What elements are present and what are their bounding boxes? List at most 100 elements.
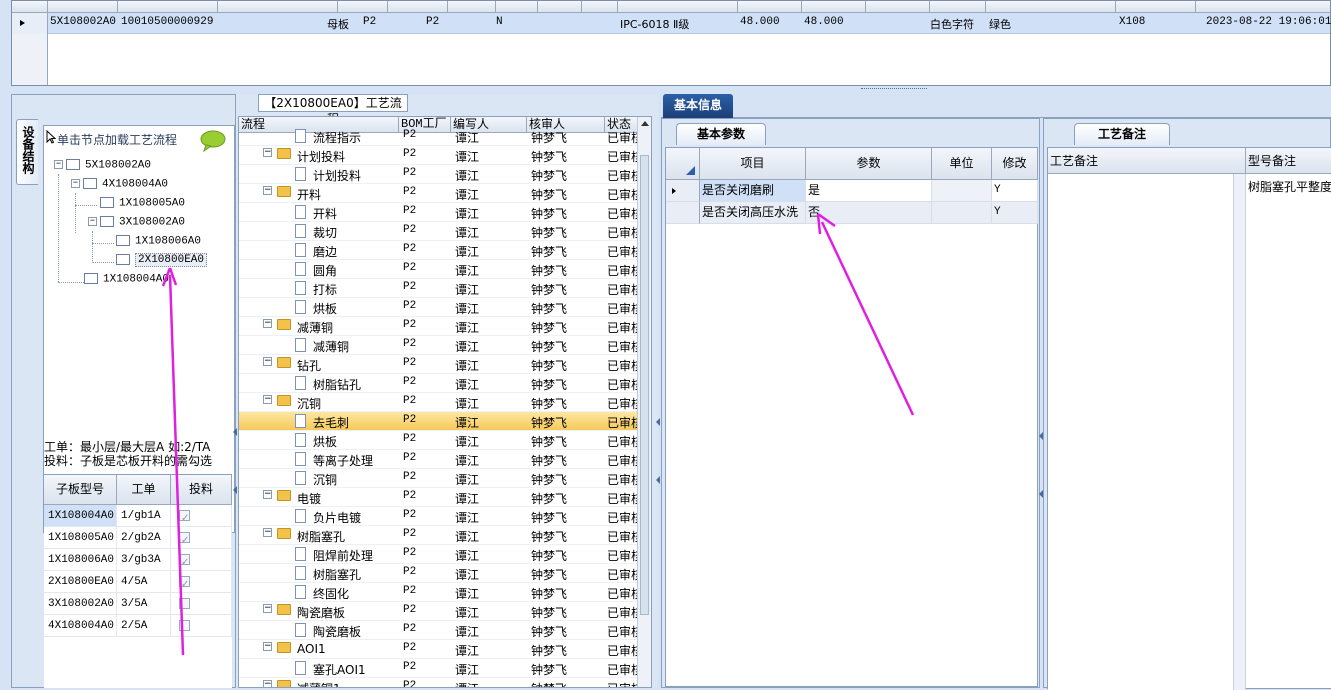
col-header-item[interactable]: 项目	[700, 148, 806, 180]
flow-row[interactable]: − 沉铜 P2 谭江 钟梦飞 已审核	[239, 393, 639, 412]
flow-row[interactable]: 树脂塞孔 P2 谭江 钟梦飞 已审核	[239, 564, 639, 583]
flow-row[interactable]: 开料 P2 谭江 钟梦飞 已审核	[239, 203, 639, 222]
params-grid[interactable]: 项目 参数 单位 修改 是否关闭磨刷 是 Y 是否关闭高压水洗 否 Y	[665, 147, 1038, 687]
col-header-process-notes[interactable]: 工艺备注	[1048, 148, 1246, 174]
sub-feed-cell[interactable]	[171, 593, 232, 615]
tree-node[interactable]: 1X108005A0	[100, 197, 185, 214]
collapse-toggle[interactable]: −	[263, 319, 272, 328]
tree-node[interactable]: −5X108002A0	[54, 159, 151, 176]
flow-row[interactable]: 等离子处理 P2 谭江 钟梦飞 已审核	[239, 450, 639, 469]
param-item[interactable]: 是否关闭高压水洗	[700, 202, 806, 224]
flow-row[interactable]: 沉铜 P2 谭江 钟梦飞 已审核	[239, 469, 639, 488]
tree-node-selected[interactable]: 2X10800EA0	[116, 253, 208, 271]
feed-checkbox[interactable]	[179, 552, 190, 574]
top-data-grid[interactable]: 5X108002A0 10010500000929 母板 P2 P2 N IPC…	[11, 0, 1331, 86]
flow-row[interactable]: 圆角 P2 谭江 钟梦飞 已审核	[239, 260, 639, 279]
sub-feed-cell[interactable]	[171, 615, 232, 637]
param-modify[interactable]: Y	[992, 180, 1038, 202]
collapse-left-icon[interactable]	[1039, 432, 1043, 440]
flow-row[interactable]: − 陶瓷磨板 P2 谭江 钟梦飞 已审核	[239, 602, 639, 621]
collapse-left-icon[interactable]	[233, 428, 237, 436]
notes-scrollbar[interactable]	[1234, 174, 1246, 690]
param-unit[interactable]	[932, 202, 992, 224]
sub-model-cell[interactable]: 4X108004A0	[44, 615, 117, 637]
collapse-toggle[interactable]: −	[263, 395, 272, 404]
flow-row[interactable]: 终固化 P2 谭江 钟梦飞 已审核	[239, 583, 639, 602]
collapse-left-icon[interactable]	[656, 418, 660, 426]
sub-feed-cell[interactable]	[171, 527, 232, 552]
tab-process-notes[interactable]: 工艺备注	[1074, 123, 1170, 145]
tree-node[interactable]: −4X108004A0	[71, 178, 168, 195]
tab-basic-params[interactable]: 基本参数	[676, 123, 766, 145]
sub-order-cell[interactable]: 3/gb3A	[117, 549, 171, 571]
feed-checkbox[interactable]	[179, 598, 190, 609]
flow-row[interactable]: 烘板 P2 谭江 钟梦飞 已审核	[239, 431, 639, 450]
process-flow-grid[interactable]: 流程 BOM工厂 编写人 核审人 状态 流程指示P2谭江钟梦飞已审核−计划投料P…	[238, 116, 652, 688]
flow-row[interactable]: 陶瓷磨板 P2 谭江 钟梦飞 已审核	[239, 621, 639, 640]
col-header-unit[interactable]: 单位	[932, 148, 992, 180]
param-modify[interactable]: Y	[992, 202, 1038, 224]
sub-model-cell[interactable]: 1X108005A0	[44, 527, 117, 549]
sub-model-cell[interactable]: 2X10800EA0	[44, 571, 117, 593]
flow-row[interactable]: 磨边 P2 谭江 钟梦飞 已审核	[239, 241, 639, 260]
flow-row[interactable]: − 减薄铜 P2 谭江 钟梦飞 已审核	[239, 317, 639, 336]
collapse-left-icon[interactable]	[656, 476, 660, 484]
chat-bubble-icon[interactable]	[200, 130, 226, 152]
sub-model-cell[interactable]: 1X108006A0	[44, 549, 117, 571]
sub-model-cell[interactable]: 3X108002A0	[44, 593, 117, 615]
sub-feed-cell[interactable]	[171, 549, 232, 574]
sub-feed-cell[interactable]	[171, 571, 232, 596]
flow-row[interactable]: 树脂钻孔 P2 谭江 钟梦飞 已审核	[239, 374, 639, 393]
sub-feed-cell[interactable]	[171, 505, 232, 530]
collapse-toggle[interactable]: −	[263, 148, 272, 157]
vertical-scrollbar[interactable]	[637, 117, 651, 687]
flow-row[interactable]: 减薄铜 P2 谭江 钟梦飞 已审核	[239, 336, 639, 355]
flow-row[interactable]: 塞孔AOI1 P2 谭江 钟梦飞 已审核	[239, 659, 639, 678]
notes-column[interactable]	[1048, 174, 1234, 690]
flow-row[interactable]: 烘板 P2 谭江 钟梦飞 已审核	[239, 298, 639, 317]
sub-board-grid[interactable]: 子板型号 工单 投料 1X108004A01/gb1A1X108005A02/g…	[44, 474, 232, 688]
model-note-value[interactable]: 树脂塞孔平整度	[1248, 178, 1331, 195]
col-header-feed[interactable]: 投料	[171, 475, 232, 505]
sub-model-cell[interactable]: 1X108004A0	[44, 505, 117, 527]
flow-row[interactable]: − 钻孔 P2 谭江 钟梦飞 已审核	[239, 355, 639, 374]
flow-row[interactable]: − 减薄铜1 P2 谭江 钟梦飞 已审核	[239, 678, 639, 687]
flow-row[interactable]: 负片电镀 P2 谭江 钟梦飞 已审核	[239, 507, 639, 526]
param-item[interactable]: 是否关闭磨刷	[700, 180, 806, 202]
collapse-left-icon[interactable]	[1039, 490, 1043, 498]
flow-row[interactable]: 去毛刺 P2 谭江 钟梦飞 已审核	[239, 412, 639, 431]
collapse-toggle[interactable]: −	[263, 186, 272, 195]
col-header-model[interactable]: 子板型号	[44, 475, 117, 505]
sub-order-cell[interactable]: 4/5A	[117, 571, 171, 593]
flow-row[interactable]: 裁切 P2 谭江 钟梦飞 已审核	[239, 222, 639, 241]
table-row[interactable]: 5X108002A0 10010500000929 母板 P2 P2 N IPC…	[12, 13, 1331, 34]
collapse-toggle[interactable]: −	[263, 528, 272, 537]
flow-row[interactable]: 计划投料 P2 谭江 钟梦飞 已审核	[239, 165, 639, 184]
collapse-toggle[interactable]: −	[263, 604, 272, 613]
param-value[interactable]: 否	[806, 202, 932, 224]
feed-checkbox[interactable]	[179, 530, 190, 552]
flow-row[interactable]: 流程指示 P2 谭江 钟梦飞 已审核	[239, 127, 639, 146]
col-header-model-notes[interactable]: 型号备注	[1246, 148, 1331, 174]
collapse-toggle[interactable]: −	[263, 642, 272, 651]
tab-device-structure[interactable]: 设备结构	[16, 119, 38, 185]
feed-checkbox[interactable]	[179, 508, 190, 530]
feed-checkbox[interactable]	[179, 574, 190, 596]
flow-row[interactable]: − 开料 P2 谭江 钟梦飞 已审核	[239, 184, 639, 203]
tab-basic-info[interactable]: 基本信息	[663, 94, 733, 118]
collapse-toggle[interactable]: −	[263, 680, 272, 687]
col-header-modify[interactable]: 修改	[992, 148, 1038, 180]
col-header-order[interactable]: 工单	[117, 475, 171, 505]
col-header-value[interactable]: 参数	[806, 148, 932, 180]
horizontal-splitter[interactable]	[11, 86, 1331, 94]
tree-node[interactable]: 1X108006A0	[116, 235, 201, 252]
sub-order-cell[interactable]: 3/5A	[117, 593, 171, 615]
param-value[interactable]: 是	[806, 180, 932, 202]
tree-node[interactable]: −3X108002A0	[88, 216, 185, 233]
flow-row[interactable]: − 计划投料 P2 谭江 钟梦飞 已审核	[239, 146, 639, 165]
flow-row[interactable]: − AOI1 P2 谭江 钟梦飞 已审核	[239, 640, 639, 659]
collapse-toggle[interactable]: −	[263, 490, 272, 499]
sub-order-cell[interactable]: 1/gb1A	[117, 505, 171, 527]
tree-node[interactable]: 1X108004A0	[84, 273, 169, 290]
sub-order-cell[interactable]: 2/5A	[117, 615, 171, 637]
